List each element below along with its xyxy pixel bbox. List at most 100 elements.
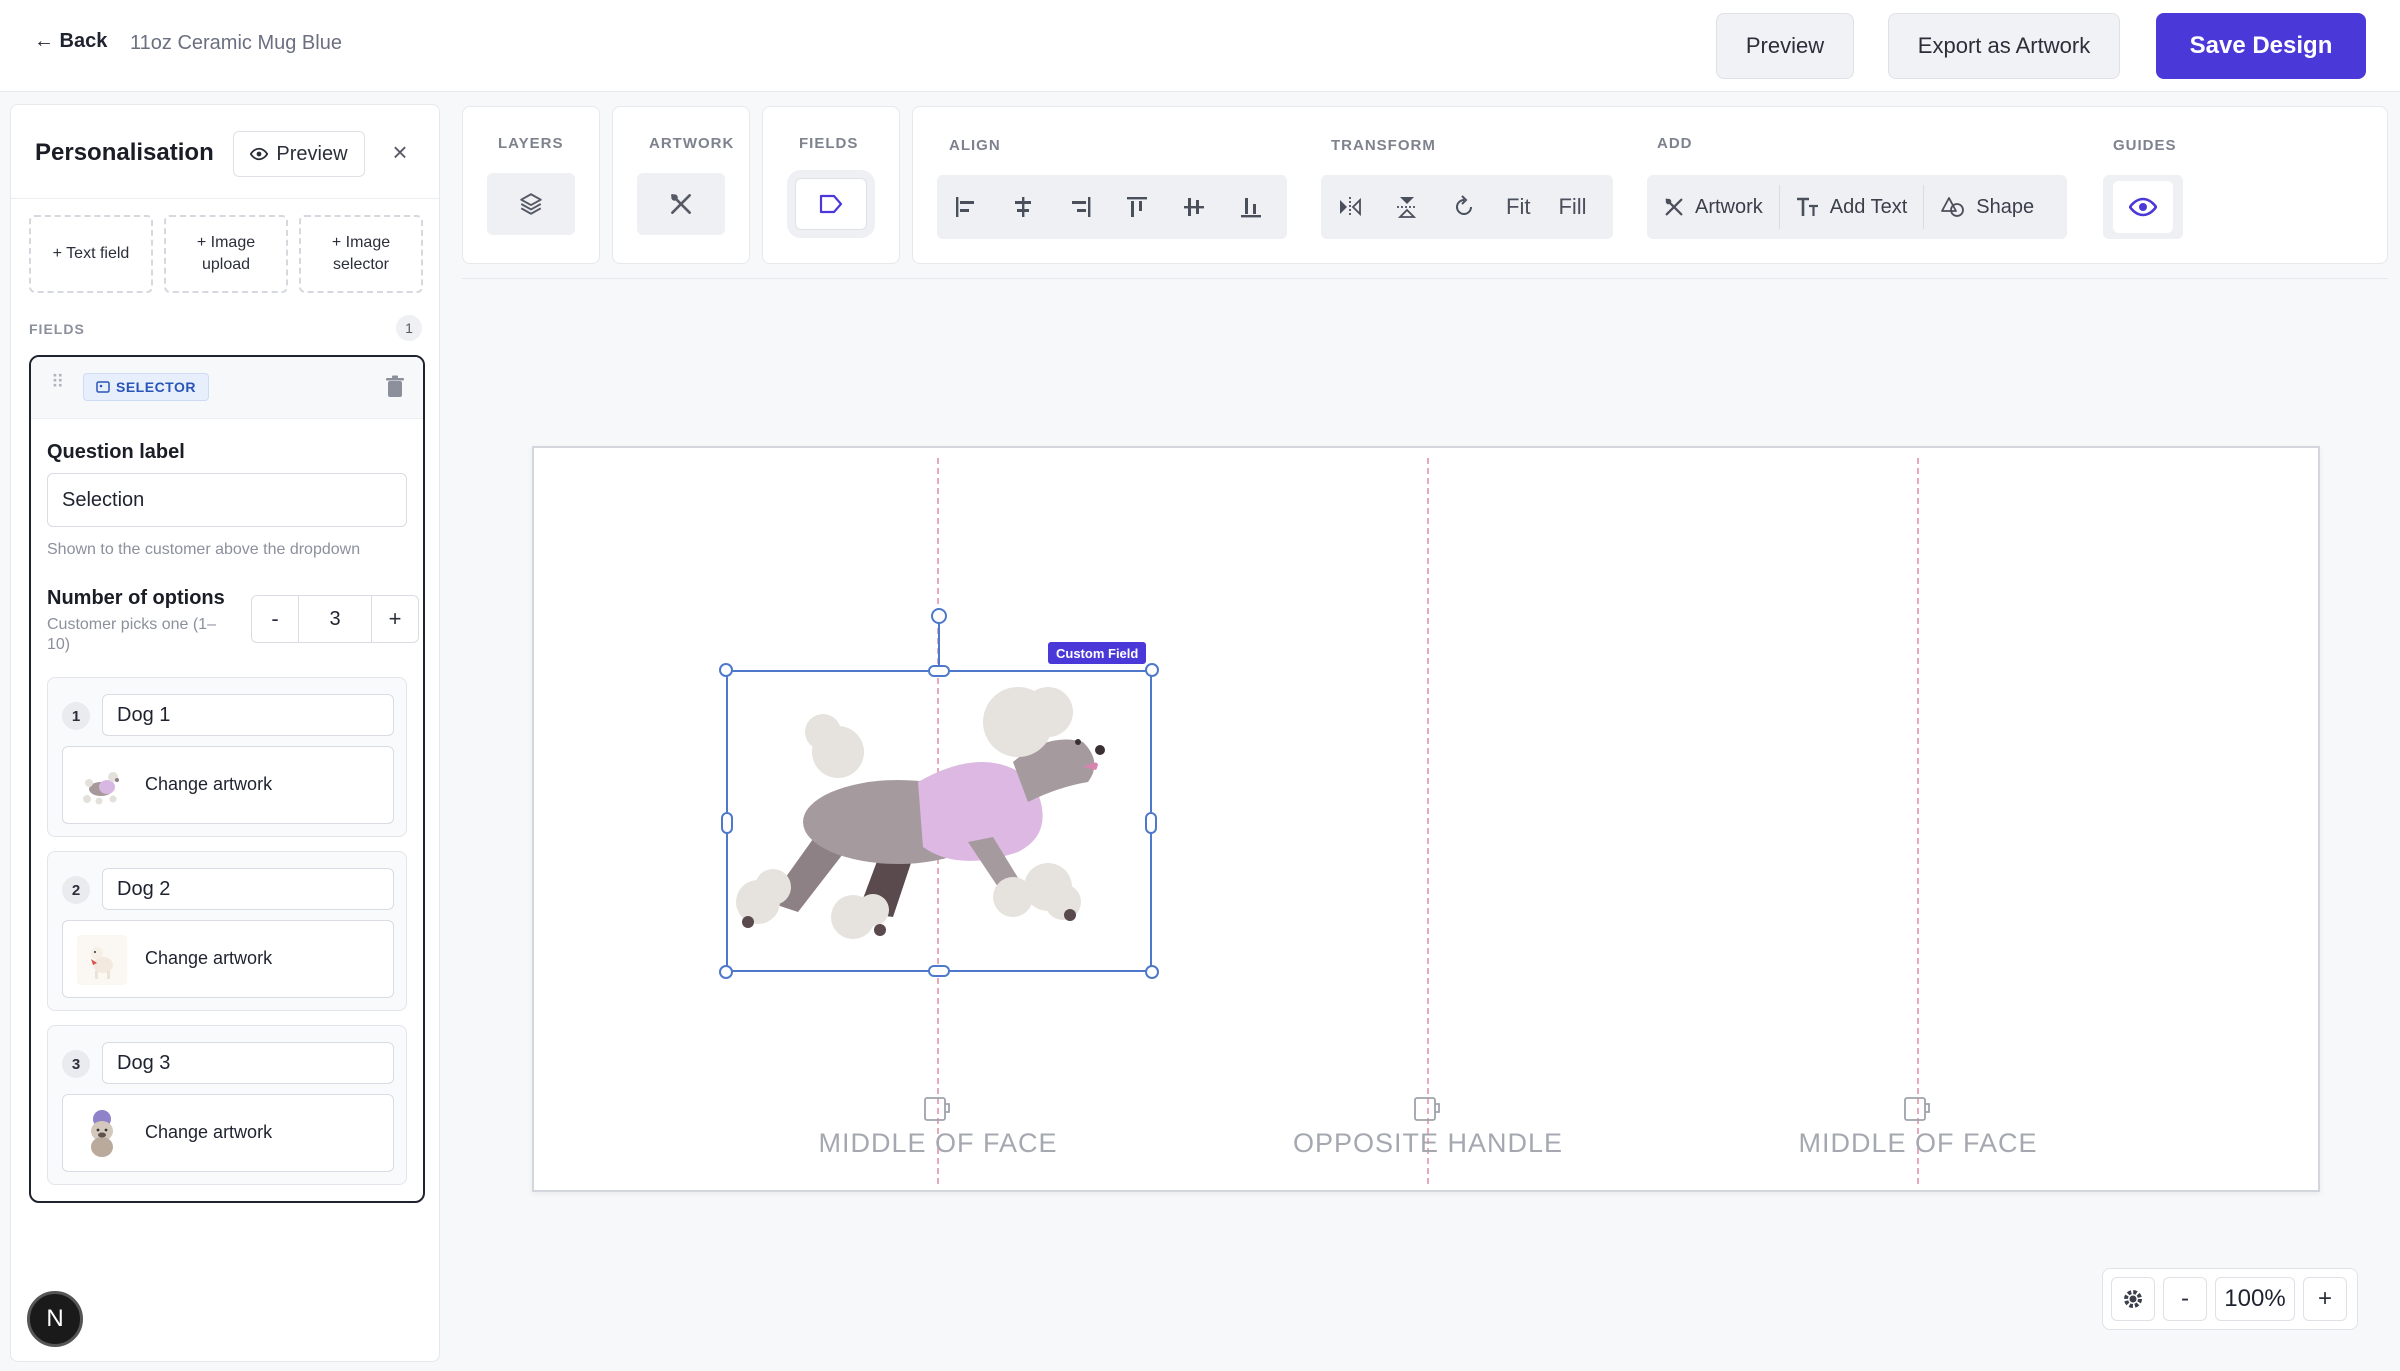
mug-icon — [924, 1097, 950, 1121]
resize-handle-bottom[interactable] — [928, 965, 950, 977]
field-card-header: ⠿ SELECTOR — [31, 357, 423, 419]
option-number: 3 — [62, 1050, 90, 1078]
add-text-button[interactable]: Add Text — [1780, 175, 1923, 239]
resize-handle-top-right[interactable] — [1145, 663, 1159, 677]
sidebar-title: Personalisation — [35, 139, 214, 166]
question-label-input[interactable] — [47, 473, 407, 527]
fields-section-label: FIELDS — [29, 321, 85, 337]
gear-icon — [2124, 1290, 2142, 1308]
zoom-level[interactable]: 100% — [2215, 1277, 2295, 1321]
tag-icon — [819, 194, 843, 214]
artwork-thumbnail — [77, 1109, 127, 1159]
brush-icon — [671, 194, 691, 214]
option-name-input[interactable] — [102, 868, 394, 910]
personalisation-sidebar: Personalisation Preview × + Text field +… — [10, 104, 440, 1362]
shape-icon — [1941, 197, 1965, 217]
resize-handle-bottom-right[interactable] — [1145, 965, 1159, 979]
add-artwork-button[interactable]: Artwork — [1647, 175, 1779, 239]
sidebar-preview-button[interactable]: Preview — [233, 131, 365, 177]
close-icon[interactable]: × — [383, 135, 417, 169]
zoom-out-button[interactable]: - — [2163, 1277, 2207, 1321]
align-title: ALIGN — [949, 137, 1001, 154]
resize-handle-left[interactable] — [721, 812, 733, 834]
number-of-options-help: Customer picks one (1–10) — [47, 616, 216, 653]
design-canvas[interactable]: MIDDLE OF FACE OPPOSITE HANDLE MIDDLE OF… — [532, 446, 2320, 1192]
options-count-stepper: - 3 + — [251, 595, 419, 643]
guide-line — [1917, 458, 1919, 1184]
option-item: 2 Change artwork — [47, 851, 407, 1011]
add-text-label: Add Text — [1829, 195, 1908, 218]
flip-vertical-icon[interactable] — [1378, 175, 1435, 239]
artwork-tool-button[interactable] — [637, 173, 725, 235]
export-artwork-button[interactable]: Export as Artwork — [1888, 13, 2120, 79]
user-avatar[interactable]: N — [27, 1291, 83, 1347]
resize-handle-top[interactable] — [928, 665, 950, 677]
eye-icon — [250, 147, 269, 161]
add-image-upload-button[interactable]: + Image upload — [164, 215, 288, 293]
align-right-icon[interactable] — [1051, 175, 1108, 239]
align-center-horizontal-icon[interactable] — [994, 175, 1051, 239]
number-of-options-heading: Number of options — [47, 587, 225, 609]
change-artwork-button[interactable]: Change artwork — [62, 920, 394, 998]
back-button[interactable]: ← Back — [34, 30, 107, 53]
toggle-guides-button[interactable] — [2113, 181, 2173, 233]
layers-icon — [520, 193, 542, 215]
change-artwork-label: Change artwork — [145, 1122, 273, 1142]
decrement-options-button[interactable]: - — [252, 596, 298, 642]
resize-handle-top-left[interactable] — [719, 663, 733, 677]
drag-handle-icon[interactable]: ⠿ — [51, 373, 65, 397]
resize-handle-right[interactable] — [1145, 812, 1157, 834]
align-top-icon[interactable] — [1108, 175, 1165, 239]
document-title: 11oz Ceramic Mug Blue — [130, 32, 342, 54]
fields-tool-button[interactable] — [795, 178, 867, 230]
option-number: 2 — [62, 876, 90, 904]
increment-options-button[interactable]: + — [372, 596, 418, 642]
trash-icon[interactable] — [385, 375, 405, 399]
zone-label: OPPOSITE HANDLE — [1292, 1128, 1564, 1158]
add-artwork-label: Artwork — [1695, 195, 1763, 218]
change-artwork-button[interactable]: Change artwork — [62, 1094, 394, 1172]
fields-count-badge: 1 — [396, 315, 422, 341]
selector-badge: SELECTOR — [83, 373, 209, 401]
preview-button[interactable]: Preview — [1716, 13, 1854, 79]
question-help-text: Shown to the customer above the dropdown — [47, 541, 361, 558]
mug-icon — [1904, 1097, 1930, 1121]
selected-artwork[interactable]: Custom Field — [719, 608, 1159, 979]
layers-title: LAYERS — [498, 135, 564, 152]
flip-horizontal-icon[interactable] — [1321, 175, 1378, 239]
add-shape-button[interactable]: Shape — [1924, 175, 2050, 239]
add-title: ADD — [1657, 135, 1693, 152]
fill-button[interactable]: Fill — [1544, 194, 1600, 220]
resize-handle-bottom-left[interactable] — [719, 965, 733, 979]
artwork-thumbnail — [77, 935, 127, 985]
layers-button[interactable] — [487, 173, 575, 235]
option-name-input[interactable] — [102, 694, 394, 736]
question-label-heading: Question label — [47, 441, 185, 463]
change-artwork-button[interactable]: Change artwork — [62, 746, 394, 824]
option-name-input[interactable] — [102, 1042, 394, 1084]
align-center-vertical-icon[interactable] — [1165, 175, 1222, 239]
image-icon — [96, 381, 110, 393]
save-design-button[interactable]: Save Design — [2156, 13, 2366, 79]
top-bar: ← Back 11oz Ceramic Mug Blue Preview Exp… — [0, 0, 2400, 92]
align-bottom-icon[interactable] — [1222, 175, 1279, 239]
option-number: 1 — [62, 702, 90, 730]
zoom-in-button[interactable]: + — [2303, 1277, 2347, 1321]
guides-title: GUIDES — [2113, 137, 2177, 154]
edit-tools-group: ALIGN TRANSFORM ADD GUIDES Fit Fill Artw… — [912, 106, 2388, 264]
add-image-selector-button[interactable]: + Image selector — [299, 215, 423, 293]
rotation-handle[interactable] — [931, 608, 947, 624]
fields-group: FIELDS — [762, 106, 900, 264]
fit-button[interactable]: Fit — [1492, 194, 1544, 220]
add-toolbar: Artwork Add Text Shape — [1647, 175, 2067, 239]
options-count-value[interactable]: 3 — [298, 596, 372, 642]
sidebar-preview-label: Preview — [276, 142, 348, 165]
zoom-controls: - 100% + — [2102, 1268, 2358, 1330]
rotate-icon[interactable] — [1435, 175, 1492, 239]
guide-line — [1427, 458, 1429, 1184]
add-text-field-button[interactable]: + Text field — [29, 215, 153, 293]
canvas-settings-button[interactable] — [2111, 1277, 2155, 1321]
align-left-icon[interactable] — [937, 175, 994, 239]
change-artwork-label: Change artwork — [145, 774, 273, 794]
custom-field-tag: Custom Field — [1048, 642, 1147, 664]
